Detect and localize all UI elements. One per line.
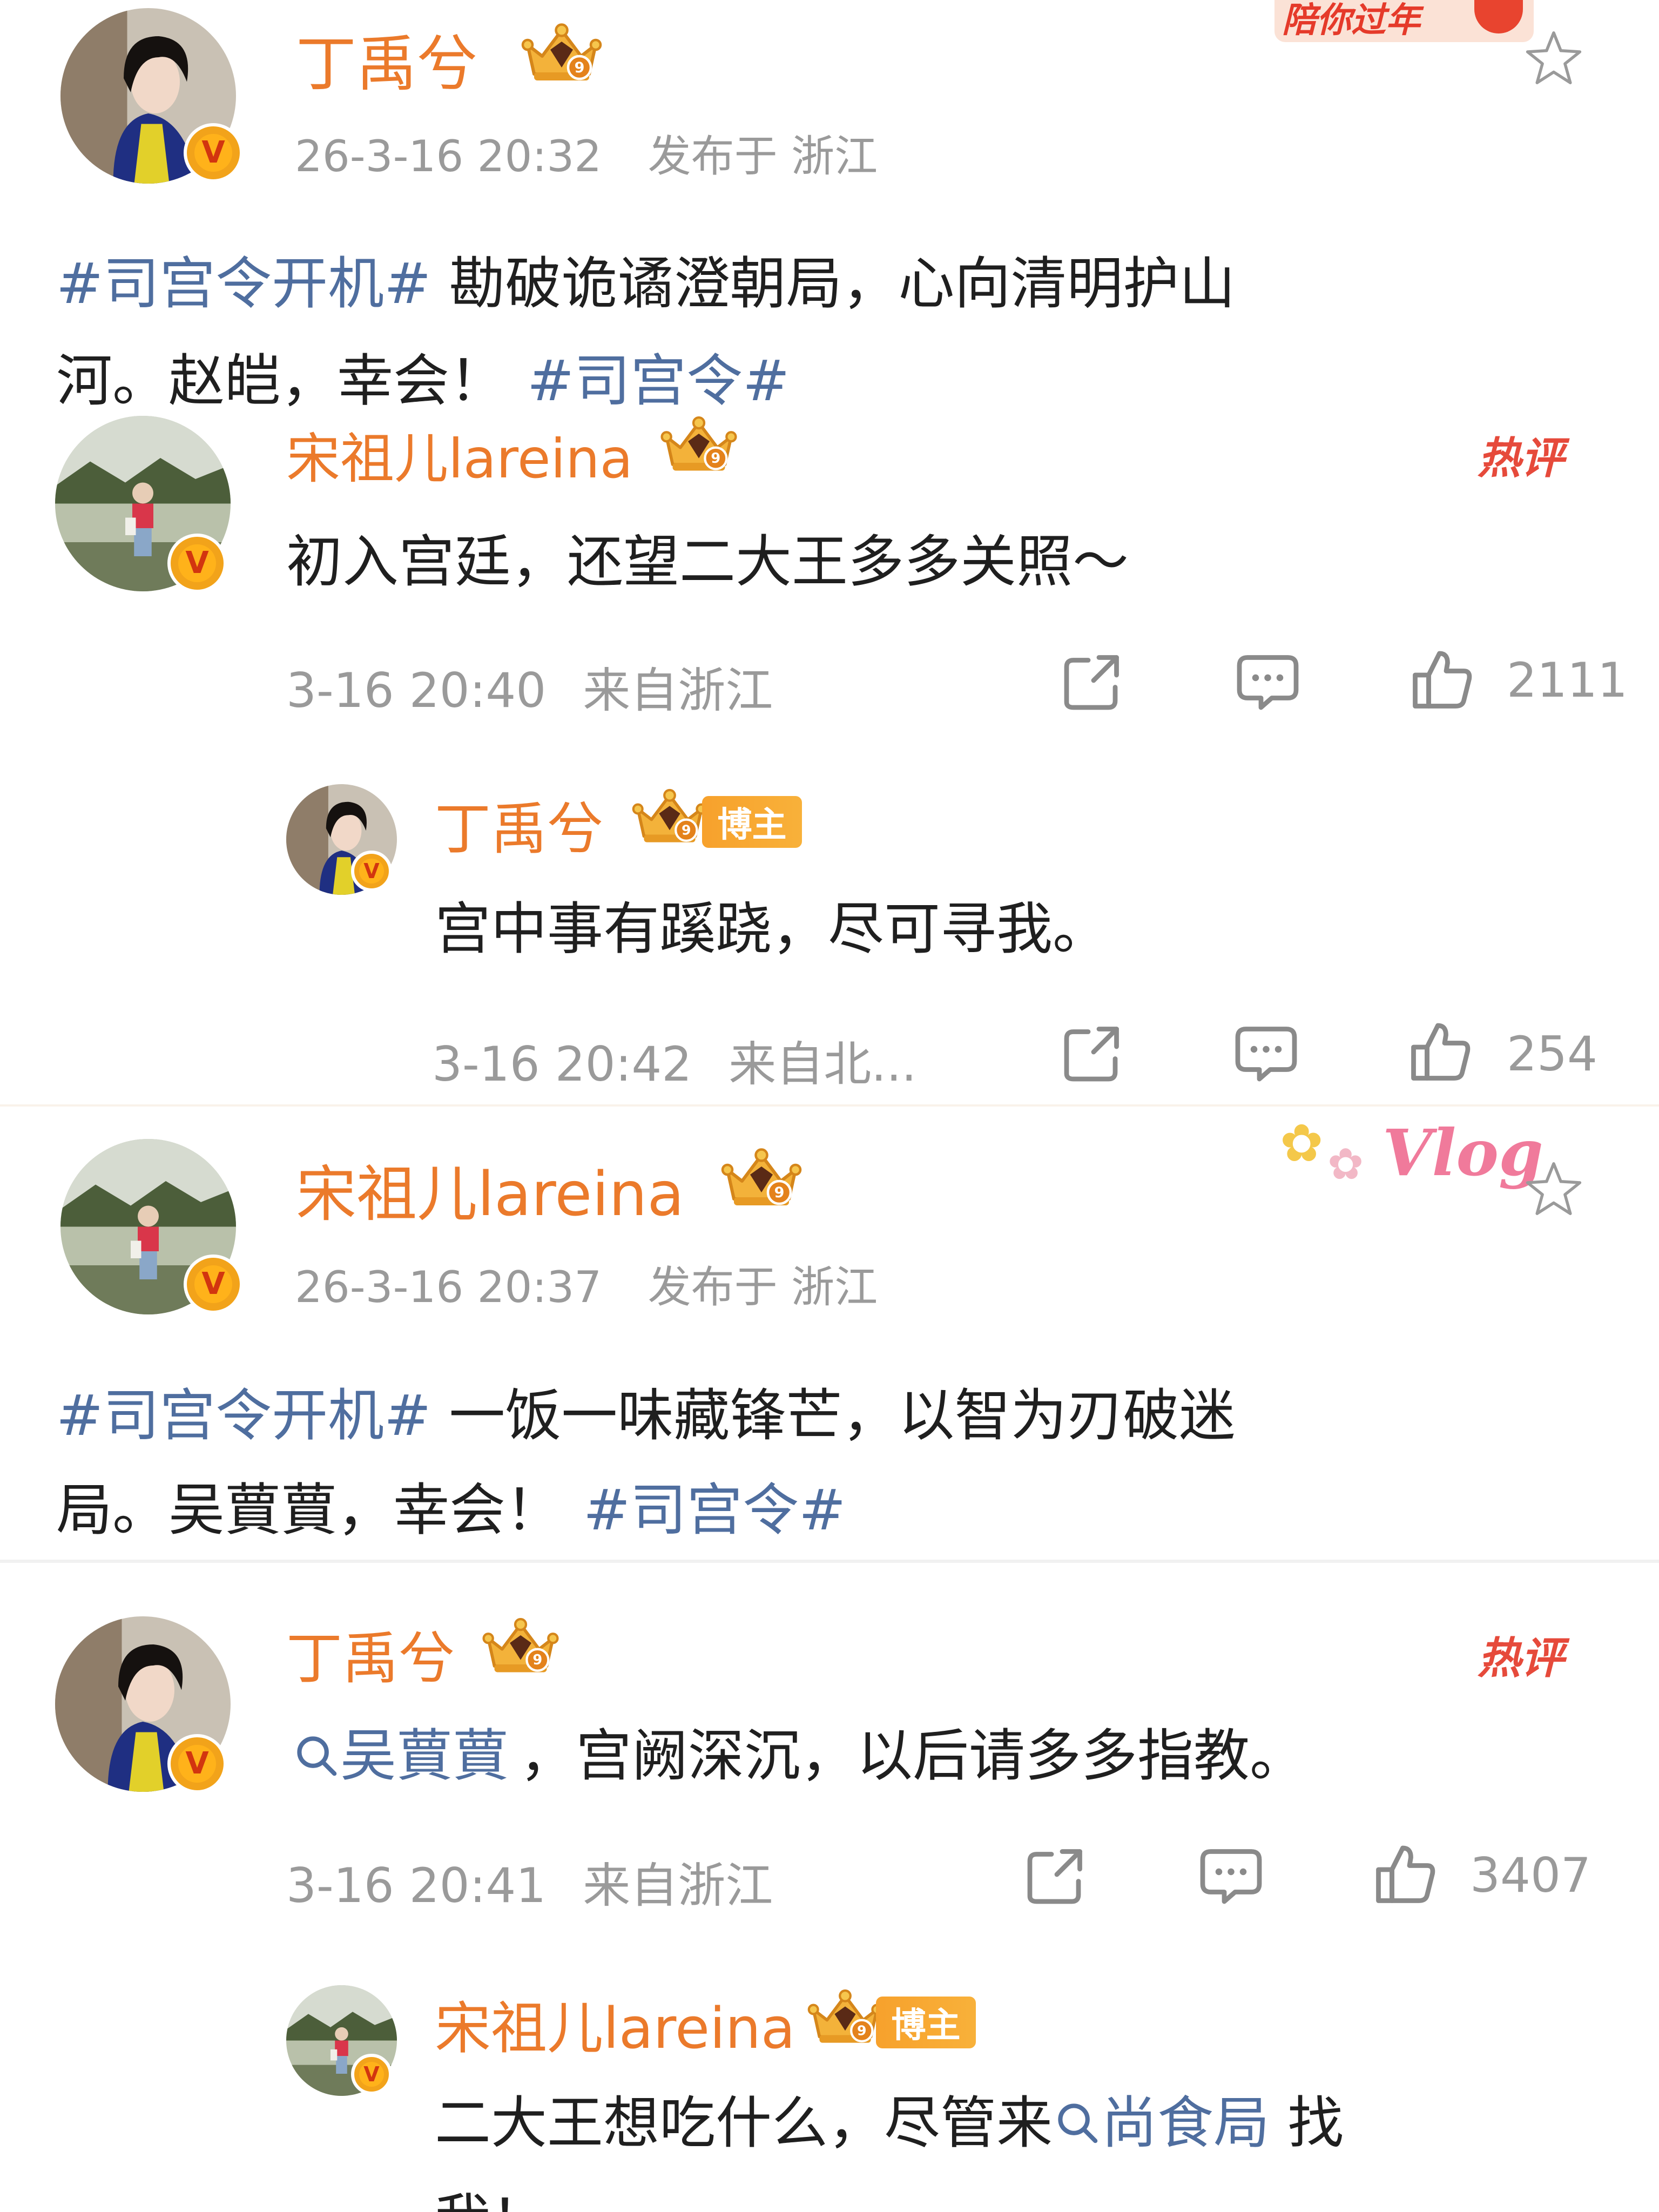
reply-text-before: 二大王想吃什么，尽管来 [435,2090,1053,2156]
festival-sticker: 陪你过年 [1274,0,1534,42]
comment-text-body: ，宫阙深沉，以后请多多指教。 [520,1723,1306,1789]
flower-icon: ✿ [1280,1113,1324,1174]
verified-icon: V [167,534,227,593]
festival-sticker-text: 陪你过年 [1282,1,1420,41]
like-icon[interactable] [1407,1017,1474,1085]
verified-icon: V [351,2054,392,2095]
commenter-name[interactable]: 丁禹兮 [286,1613,455,1694]
comment-icon[interactable] [1234,648,1301,716]
verified-icon: V [184,123,243,183]
commenter-name[interactable]: 宋祖儿lareina [286,415,633,493]
section-divider [0,1560,1659,1563]
post-panel-2: V 宋祖儿lareina ✿ ✿ Vlog 26-3-16 20:37 发布于 … [0,1108,1659,2212]
post-body-line-1: #司宫令开机# 一饭一味藏锋芒，以智为刃破迷 [56,1370,1235,1451]
reply-location: 来自北... [729,1036,917,1092]
vlog-sticker-text: Vlog [1382,1115,1543,1190]
verified-icon: V [167,1734,227,1793]
reply-text: 二大王想吃什么，尽管来 尚食局 找 [435,2077,1344,2159]
reply-text: 宫中事有蹊跷，尽可寻我。 [435,896,1109,962]
crown-badge-icon [805,1987,886,2047]
post-location: 发布于 浙江 [648,1262,878,1312]
reply-meta: 3-16 20:42 来自北... [432,1026,916,1095]
search-link-icon [292,1731,340,1779]
post-location: 发布于 浙江 [648,131,878,181]
share-icon[interactable] [1058,648,1126,716]
post-body-line-1: #司宫令开机# 勘破诡谲澄朝局，心向清明护山 [56,238,1235,319]
author-name[interactable]: 丁禹兮 [296,15,477,103]
hashtag-link[interactable]: #司宫令# [527,348,790,414]
comment-time: 3-16 20:41 [286,1858,547,1913]
share-icon[interactable] [1058,1020,1126,1087]
verified-icon: V [351,851,392,892]
comment-time: 3-16 20:40 [286,663,547,718]
like-icon[interactable] [1408,645,1476,713]
post-time-value: 26-3-16 20:32 [295,131,602,181]
hot-comment-badge: 热评 [1478,433,1564,483]
reply-time: 3-16 20:42 [432,1036,692,1092]
post-time: 26-3-16 20:32 发布于 浙江 [295,122,878,184]
post-panel-1: V 丁禹兮 陪你过年 26-3-16 20:32 发布于 浙江 #司宫令开机# … [0,0,1659,1104]
like-count: 3407 [1470,1847,1591,1903]
hashtag-link[interactable]: #司宫令# [583,1477,846,1543]
reply-author-name[interactable]: 丁禹兮 [435,783,603,865]
comment-meta: 3-16 20:41 来自浙江 [286,1847,773,1916]
author-badge: 博主 [876,1997,976,2048]
vlog-sticker: ✿ ✿ Vlog [1269,1108,1543,1221]
crown-badge-icon [629,786,710,847]
hashtag-link[interactable]: #司宫令开机# [56,1382,431,1448]
share-icon[interactable] [1022,1842,1089,1910]
verified-icon: V [184,1255,243,1314]
post-time: 26-3-16 20:37 发布于 浙江 [295,1252,878,1315]
lantern-icon [1474,0,1523,33]
flower-icon: ✿ [1327,1139,1364,1189]
post-text: 局。吴蕒蕒，幸会！ [56,1477,562,1543]
crown-badge-icon [718,1145,805,1210]
comment-icon[interactable] [1232,1020,1300,1087]
comment-text: 吴蕒蕒 ，宫阙深沉，以后请多多指教。 [292,1710,1306,1791]
post-body-line-2: 河。赵皑，幸会！ #司宫令# [56,335,790,416]
comment-icon[interactable] [1197,1842,1265,1910]
mention-link[interactable]: 尚食局 [1101,2090,1270,2156]
like-count: 2111 [1507,652,1628,708]
comment-location: 来自浙江 [583,1858,773,1913]
hot-comment-badge: 热评 [1478,1633,1564,1683]
crown-badge-icon [658,414,740,475]
star-icon[interactable] [1524,28,1583,87]
crown-badge-icon [480,1615,562,1677]
post-text: 河。赵皑，幸会！ [56,348,506,414]
comment-meta: 3-16 20:40 来自浙江 [286,652,773,721]
comment-text: 初入宫廷，还望二大王多多关照～ [286,529,1129,595]
author-name[interactable]: 宋祖儿lareina [296,1145,684,1233]
like-icon[interactable] [1372,1840,1439,1907]
crown-badge-icon [518,21,605,85]
post-body-line-2: 局。吴蕒蕒，幸会！ #司宫令# [56,1464,846,1546]
hashtag-link[interactable]: #司宫令开机# [56,251,431,316]
comment-location: 来自浙江 [583,663,773,718]
like-count: 254 [1507,1026,1597,1082]
search-link-icon [1053,2098,1101,2147]
reply-author-name[interactable]: 宋祖儿lareina [435,1982,795,2064]
post-time-value: 26-3-16 20:37 [295,1262,602,1312]
star-icon[interactable] [1524,1159,1583,1218]
mention-link[interactable]: 吴蕒蕒 [340,1723,509,1789]
reply-text-after: 找 [1270,2090,1344,2156]
reply-text-line-2: 我！ [435,2174,547,2212]
post-text: 一饭一味藏锋芒，以智为刃破迷 [431,1382,1236,1448]
post-text: 勘破诡谲澄朝局，心向清明护山 [431,251,1236,316]
author-badge: 博主 [702,796,802,848]
